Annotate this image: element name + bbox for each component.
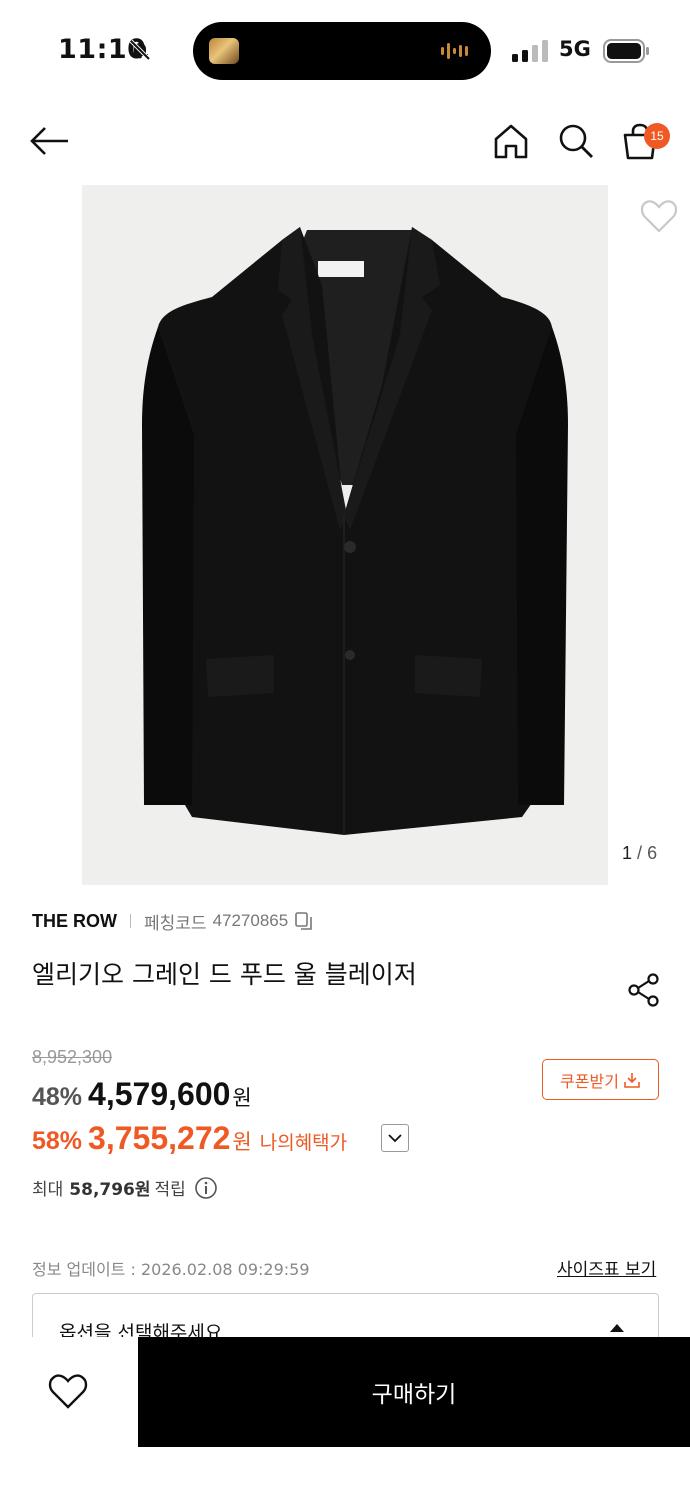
benefit-expand-button[interactable] (381, 1124, 409, 1152)
image-counter-total: 6 (647, 843, 658, 863)
product-image[interactable] (82, 185, 608, 885)
sale-price: 4,579,600 (88, 1076, 231, 1112)
reward-points-row: 최대 58,796원 적립 (32, 1175, 218, 1200)
back-arrow-icon[interactable] (30, 124, 70, 158)
now-playing-artwork (209, 38, 239, 64)
image-counter-separator: / (637, 843, 643, 863)
my-benefit-label: 나의혜택가 (259, 1132, 348, 1154)
coupon-button-label: 쿠폰받기 (560, 1071, 619, 1091)
brand-name[interactable]: THE ROW (32, 911, 117, 932)
search-icon[interactable] (557, 122, 595, 160)
inner-label (318, 261, 364, 277)
wishlist-heart-icon-bottom[interactable] (48, 1372, 88, 1410)
points-label: 최대 (32, 1180, 64, 1200)
benefit-price: 3,755,272 (88, 1120, 231, 1156)
battery-icon (603, 39, 649, 63)
image-counter: 1 / 6 (622, 843, 657, 864)
share-icon[interactable] (626, 972, 662, 1008)
copy-icon[interactable] (294, 911, 314, 931)
info-icon[interactable] (194, 1176, 218, 1200)
cart-count-badge: 15 (644, 123, 670, 149)
benefit-currency-unit: 원 (232, 1130, 252, 1154)
original-price: 8,952,300 (32, 1047, 113, 1067)
product-code-label: 페칭코드 (144, 913, 207, 933)
currency-unit: 원 (232, 1086, 252, 1110)
image-counter-current: 1 (622, 843, 633, 863)
buy-button[interactable]: 구매하기 (138, 1337, 690, 1447)
audio-wave-icon (441, 43, 468, 59)
product-title: 엘리기오 그레인 드 푸드 울 블레이저 (32, 960, 417, 989)
benefit-price-row: 58% 3,755,272 원 나의혜택가 (32, 1120, 347, 1157)
chevron-down-icon (388, 1134, 402, 1143)
brand-row: THE ROW 페칭코드 47270865 (32, 908, 314, 934)
coupon-download-button[interactable]: 쿠폰받기 (542, 1059, 659, 1100)
dynamic-island (193, 22, 491, 80)
status-bar: 11:10 5G (0, 0, 690, 100)
discount-rate: 48% (32, 1083, 83, 1111)
size-chart-link[interactable]: 사이즈표 보기 (557, 1255, 656, 1280)
blazer-photo (82, 185, 608, 885)
product-code-value: 47270865 (212, 911, 289, 930)
caret-up-icon (610, 1324, 624, 1332)
benefit-discount-rate: 58% (32, 1127, 83, 1155)
top-nav (0, 110, 690, 172)
network-type: 5G (559, 37, 591, 61)
bell-muted-icon (128, 38, 152, 66)
sale-price-row: 48% 4,579,600 원 (32, 1076, 252, 1113)
cellular-signal-icon (512, 40, 548, 62)
wishlist-heart-icon[interactable] (640, 198, 678, 234)
download-icon (624, 1072, 640, 1088)
home-icon[interactable] (492, 122, 530, 160)
divider (130, 914, 131, 928)
info-update-time: 정보 업데이트 : 2026.02.08 09:29:59 (32, 1260, 310, 1279)
points-suffix: 적립 (154, 1180, 186, 1200)
points-value: 58,796원 (69, 1180, 151, 1200)
